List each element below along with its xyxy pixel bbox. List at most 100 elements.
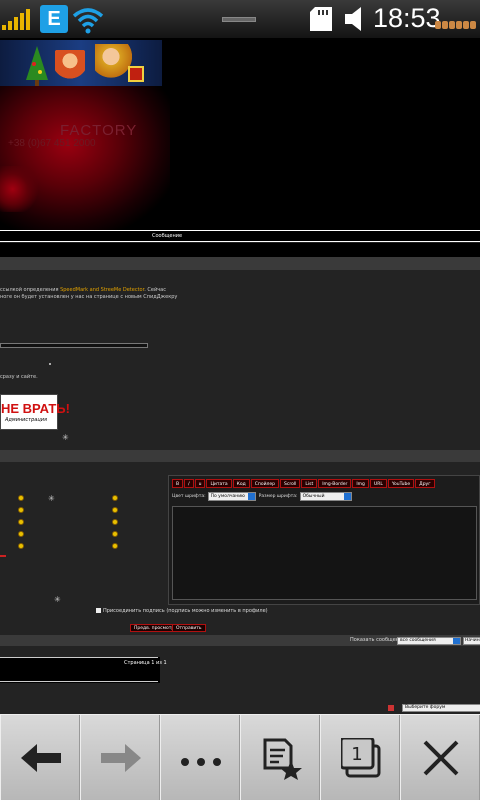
smiley-icon[interactable] [112, 543, 118, 549]
message-editor: B / u Цитата Код Спойлер Scroll List Img-Border I… [168, 475, 480, 605]
signature-checkbox-label: Присоединить подпись (подпись можно изме… [103, 608, 268, 614]
christmas-tree-icon [26, 46, 48, 86]
bbcode-button-youtube[interactable]: YouTube [387, 479, 415, 488]
bbcode-button-code[interactable]: Код [232, 479, 250, 488]
message-header-label: Сообщение [152, 233, 183, 239]
edge-network-icon: E [40, 5, 68, 33]
message-textarea[interactable] [172, 506, 477, 600]
font-color-label: Цвет шрифта: [172, 494, 206, 499]
bookmarks-icon [263, 738, 302, 780]
bbcode-button-friend[interactable]: Друг [415, 479, 435, 488]
bbcode-button-scroll[interactable]: Scroll [280, 479, 301, 488]
ad-headline: НЕ ВРАТЬ! [1, 401, 70, 416]
bbcode-button-quote[interactable]: Цитата [206, 479, 232, 488]
smiley-icon[interactable] [112, 531, 118, 537]
send-button[interactable]: Отправить [172, 624, 206, 632]
site-banner[interactable]: FACTORY +38 (0)67 451 2000 [0, 38, 480, 230]
bbcode-button-url[interactable]: URL [369, 479, 387, 488]
signature-option[interactable]: Присоединить подпись (подпись можно изме… [96, 608, 268, 614]
font-color-select[interactable]: По умолчанию [207, 492, 256, 501]
more-button[interactable] [160, 715, 240, 800]
windows-count: 1 [351, 744, 362, 765]
back-button[interactable] [0, 715, 80, 800]
windows-icon: 1 [341, 738, 381, 778]
signature-banner-image[interactable]: НЕ ВРАТЬ! Администрация [0, 394, 70, 430]
post-text-line: ноге он будет установлен у нас на страни… [0, 294, 178, 300]
post-header-bar [0, 257, 480, 270]
font-options: Цвет шрифта: По умолчанию Размер шрифта: Об… [172, 492, 355, 501]
post-text-line: сразу и сайте. [0, 374, 38, 380]
bbcode-button-bold[interactable]: B [172, 479, 184, 488]
close-button[interactable] [400, 715, 480, 800]
reply-header-bar [0, 450, 480, 462]
font-color-value: По умолчанию [210, 494, 245, 499]
font-size-value: Обычный [302, 494, 325, 499]
pagination: Страница 1 из 1 [0, 657, 167, 683]
gift-box-icon [128, 66, 144, 82]
bbcode-button-spoiler[interactable]: Спойлер [250, 479, 279, 488]
start-from-select[interactable]: Начиная [463, 637, 480, 645]
font-size-label: Размер шрифта: [258, 494, 298, 499]
signature-checkbox[interactable] [96, 608, 101, 613]
spacer [0, 243, 480, 257]
snowflake-icon: ✳ [48, 494, 55, 503]
ad-subtext: Администрация [5, 417, 47, 423]
bbcode-button-list[interactable]: List [301, 479, 318, 488]
decorative-flower-image [0, 166, 42, 212]
bbcode-button-img-border[interactable]: Img-Border [318, 479, 352, 488]
show-messages-value: все сообщения [400, 638, 436, 643]
banner-brand-text: FACTORY [60, 122, 138, 139]
sd-card-icon [310, 7, 332, 31]
chevron-down-icon [247, 493, 255, 500]
close-icon [423, 740, 459, 776]
smiley-icon[interactable] [112, 495, 118, 501]
more-smilies-link[interactable] [0, 555, 6, 557]
divider [0, 681, 158, 682]
bbcode-toolbar: B / u Цитата Код Спойлер Scroll List Img-Border I… [172, 479, 480, 488]
signature-separator [0, 343, 148, 348]
smiley-icon[interactable] [18, 507, 24, 513]
smiley-icon[interactable] [112, 507, 118, 513]
chevron-down-icon [343, 493, 351, 500]
bbcode-button-italic[interactable]: / [184, 479, 194, 488]
status-divider [222, 17, 256, 22]
battery-icon [435, 14, 479, 29]
message-header-bar: Сообщение [0, 230, 480, 242]
snowflake-icon: ✳ [62, 433, 69, 442]
smiley-icon[interactable] [18, 543, 24, 549]
bookmarks-button[interactable] [240, 715, 320, 800]
post-text-line: ссылкой определения SpeedMark and StreeM… [0, 287, 166, 293]
snowflake-icon: ✳ [54, 595, 61, 604]
post-link[interactable]: SpeedMark and StreeMe Detector [60, 287, 144, 293]
smiley-icon[interactable] [112, 519, 118, 525]
signal-icon [2, 8, 32, 30]
font-size-select[interactable]: Обычный [299, 492, 352, 501]
forward-button[interactable] [80, 715, 160, 800]
back-arrow-icon [21, 744, 61, 772]
bbcode-button-underline[interactable]: u [194, 479, 206, 488]
wifi-icon [72, 8, 104, 34]
status-bar: E 18:53 [0, 0, 480, 38]
web-page[interactable]: FACTORY +38 (0)67 451 2000 Сообщение ссы… [0, 38, 480, 714]
forum-jump-select[interactable]: Выберите форум [402, 704, 480, 712]
windows-button[interactable]: 1 [320, 715, 400, 800]
volume-icon [345, 7, 361, 31]
forward-arrow-icon [101, 744, 141, 772]
post-text-part: . Сейчас [144, 287, 166, 293]
smiley-icon[interactable] [18, 531, 24, 537]
smiley-icon[interactable] [18, 495, 24, 501]
christmas-banner-image [0, 40, 162, 88]
edit-icon [388, 705, 394, 711]
cartoon-character-image [55, 50, 85, 86]
more-dots-icon [181, 758, 221, 766]
clock: 18:53 [373, 3, 441, 33]
post-text-part: ссылкой определения [0, 287, 59, 293]
chevron-down-icon [453, 638, 460, 644]
smiley-icon[interactable] [18, 519, 24, 525]
banner-phone-text: +38 (0)67 451 2000 [8, 138, 96, 149]
bullet-dot [49, 363, 51, 365]
browser-toolbar: 1 [0, 714, 480, 800]
bbcode-button-img[interactable]: Img [352, 479, 369, 488]
show-messages-select[interactable]: все сообщения [397, 637, 461, 645]
page-counter: Страница 1 из 1 [124, 660, 167, 666]
